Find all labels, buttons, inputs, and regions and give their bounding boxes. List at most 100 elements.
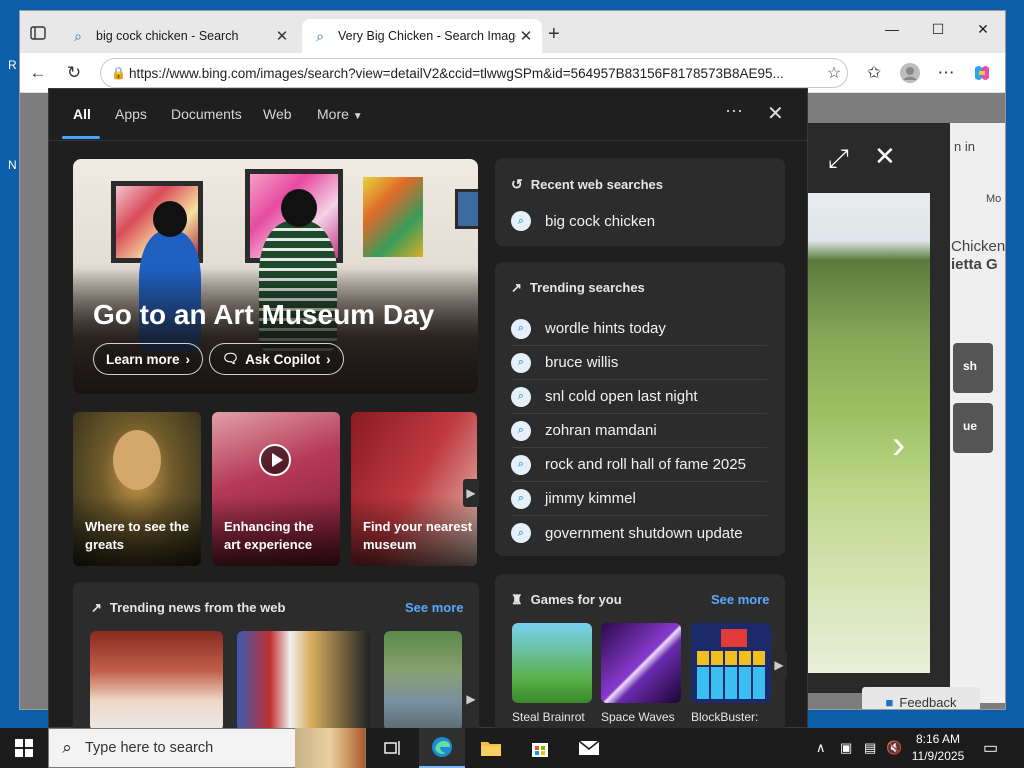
visitor-figure xyxy=(153,201,187,237)
trending-item[interactable]: ⌕ zohran mamdani xyxy=(511,414,767,448)
feedback-button[interactable]: ■ Feedback xyxy=(862,687,980,710)
expand-icon[interactable]: ⤢ xyxy=(828,143,849,175)
news-thumbnail[interactable] xyxy=(90,631,223,731)
trending-item[interactable]: ⌕ bruce willis xyxy=(511,346,767,380)
nav-documents[interactable]: Documents xyxy=(171,106,242,122)
trending-item[interactable]: ⌕ wordle hints today xyxy=(511,312,767,346)
hero-title: Go to an Art Museum Day xyxy=(93,299,435,330)
learn-more-button[interactable]: Learn more › xyxy=(93,343,204,375)
trending-item[interactable]: ⌕ government shutdown update xyxy=(511,516,767,550)
notifications-icon[interactable]: ▭ xyxy=(983,738,998,758)
start-button[interactable] xyxy=(0,728,48,768)
feedback-icon: ■ xyxy=(885,694,894,710)
copilot-icon[interactable] xyxy=(970,61,994,85)
search-icon: ⌕ xyxy=(511,211,531,231)
new-tab-icon[interactable]: + xyxy=(548,23,560,46)
trending-text: government shutdown update xyxy=(545,524,743,542)
news-see-more-link[interactable]: See more xyxy=(405,600,464,615)
game-thumbnail-space-waves[interactable] xyxy=(601,623,681,703)
ask-copilot-button[interactable]: 🗨 Ask Copilot › xyxy=(209,343,344,375)
game-controller-icon: ♜ xyxy=(511,592,523,607)
nav-all[interactable]: All xyxy=(73,106,91,122)
close-viewer-icon[interactable]: ✕ xyxy=(874,141,896,172)
edge-browser-icon[interactable] xyxy=(419,728,465,768)
more-options-icon[interactable]: ⋯ xyxy=(725,101,744,122)
falling-block xyxy=(721,629,747,647)
close-window-icon[interactable]: ✕ xyxy=(973,21,993,38)
search-icon: ⌕ xyxy=(316,27,324,44)
sign-in-fragment[interactable]: n in xyxy=(954,139,975,154)
tab-search-images[interactable]: ⌕ Very Big Chicken - Search Images ✕ xyxy=(302,19,542,53)
close-tab-icon[interactable]: ✕ xyxy=(516,27,536,45)
minimize-icon[interactable]: — xyxy=(882,21,902,37)
related-button[interactable]: ue xyxy=(953,403,993,453)
close-tab-icon[interactable]: ✕ xyxy=(272,27,292,45)
tab-bar: ⌕ big cock chicken - Search ✕ ⌕ Very Big… xyxy=(20,11,1005,53)
meet-now-icon[interactable]: ▣ xyxy=(840,740,852,756)
games-next-icon[interactable]: ▶ xyxy=(771,651,787,679)
trending-text: rock and roll hall of fame 2025 xyxy=(545,456,746,473)
nav-web[interactable]: Web xyxy=(263,106,292,122)
games-see-more-link[interactable]: See more xyxy=(711,592,770,607)
address-bar[interactable]: 🔒 https://www.bing.com/images/search?vie… xyxy=(100,58,848,88)
chicken-photo[interactable] xyxy=(808,193,930,673)
mona-lisa-face xyxy=(113,430,161,490)
game-thumbnail-steal-brainrot[interactable] xyxy=(512,623,592,703)
profile-icon[interactable] xyxy=(898,61,922,85)
back-icon[interactable]: ← xyxy=(26,61,50,85)
taskbar: ⌕ Type here to search ∧ ▣ ▤ 🔇 8:16 AM 11… xyxy=(0,728,1024,768)
visitor-figure xyxy=(281,189,317,227)
chevron-down-icon: ▼ xyxy=(352,111,363,122)
file-explorer-icon[interactable] xyxy=(468,728,514,768)
painting-image xyxy=(455,189,478,229)
network-icon[interactable]: ▤ xyxy=(864,740,876,756)
task-view-icon[interactable] xyxy=(370,728,416,768)
maximize-icon[interactable]: ☐ xyxy=(928,21,948,38)
mail-icon[interactable] xyxy=(566,728,612,768)
favorite-star-icon[interactable]: ☆ xyxy=(821,63,847,83)
news-thumbnail[interactable] xyxy=(237,631,370,731)
news-thumbnail[interactable] xyxy=(384,631,462,731)
refresh-icon[interactable]: ↻ xyxy=(62,61,86,85)
store-icon[interactable] xyxy=(517,728,563,768)
more-icon[interactable]: ⋯ xyxy=(934,61,958,85)
tile-nearest-museum[interactable]: Find your nearest museum xyxy=(351,412,477,566)
recent-search-item[interactable]: ⌕ big cock chicken xyxy=(511,204,767,238)
taskbar-search-box[interactable]: ⌕ Type here to search xyxy=(48,728,366,768)
close-icon[interactable]: ✕ xyxy=(767,101,784,126)
next-arrow-icon[interactable]: › xyxy=(892,423,905,468)
tiles-next-icon[interactable]: ▶ xyxy=(463,479,479,507)
system-clock[interactable]: 8:16 AM 11/9/2025 xyxy=(906,731,970,765)
news-next-icon[interactable]: ▶ xyxy=(463,685,479,713)
trending-item[interactable]: ⌕ jimmy kimmel xyxy=(511,482,767,516)
volume-muted-icon[interactable]: 🔇 xyxy=(886,740,902,756)
tab-search[interactable]: ⌕ big cock chicken - Search ✕ xyxy=(60,19,298,53)
tab-title: Very Big Chicken - Search Images xyxy=(338,29,516,43)
related-button[interactable]: sh xyxy=(953,343,993,393)
clock-date: 11/9/2025 xyxy=(911,749,965,763)
search-placeholder: Type here to search xyxy=(85,740,214,756)
trending-item[interactable]: ⌕ snl cold open last night xyxy=(511,380,767,414)
show-hidden-icons-icon[interactable]: ∧ xyxy=(816,740,826,756)
learn-more-label: Learn more xyxy=(106,351,180,367)
search-icon: ⌕ xyxy=(62,738,72,757)
game-title: Space Waves xyxy=(601,710,675,724)
hero-gradient xyxy=(73,269,478,394)
clock-time: 8:16 AM xyxy=(915,732,961,746)
tab-actions-icon[interactable] xyxy=(26,21,50,45)
recent-search-text: big cock chicken xyxy=(545,212,656,230)
game-thumbnail-blockbuster[interactable] xyxy=(691,623,771,703)
favorites-icon[interactable]: ✩ xyxy=(862,61,886,85)
hero-card[interactable]: Go to an Art Museum Day Learn more › 🗨 A… xyxy=(73,159,478,394)
nav-more[interactable]: More ▼ xyxy=(317,106,363,122)
trending-heading: ↗ Trending searches xyxy=(511,280,645,295)
tile-where-to-see[interactable]: Where to see the greats xyxy=(73,412,201,566)
tile-caption: Where to see the greats xyxy=(85,519,190,552)
play-icon[interactable] xyxy=(259,444,291,476)
windows-logo-icon xyxy=(15,739,33,757)
trending-icon: ↗ xyxy=(91,600,102,615)
nav-apps[interactable]: Apps xyxy=(115,106,147,122)
trending-item[interactable]: ⌕ rock and roll hall of fame 2025 xyxy=(511,448,767,482)
tile-enhancing[interactable]: Enhancing the art experience xyxy=(212,412,340,566)
more-fragment: Mo xyxy=(986,193,1002,205)
